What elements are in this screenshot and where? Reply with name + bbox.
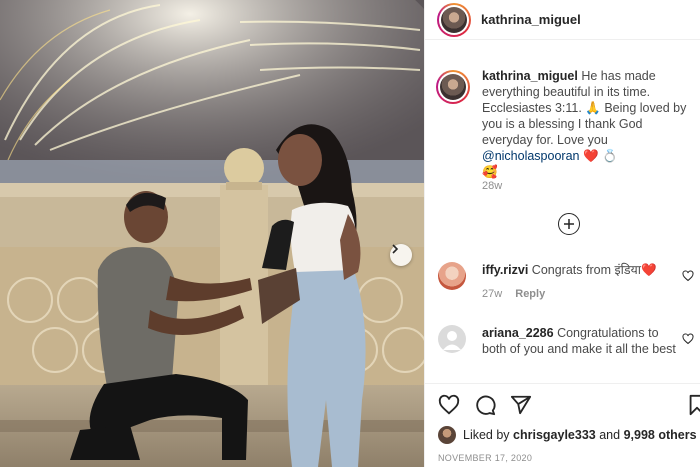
likes-count[interactable]: 9,998 others [624,428,697,442]
post-photo[interactable] [0,0,424,467]
commenter-avatar[interactable] [438,325,466,353]
author-username[interactable]: kathrina_miguel [481,12,581,27]
comment-username[interactable]: iffy.rizvi [482,263,528,277]
caption-timestamp: 28w [482,180,503,192]
author-avatar[interactable] [437,2,471,37]
bookmark-icon[interactable] [688,394,700,416]
liker-username[interactable]: chrisgayle333 [513,428,596,442]
likes-connector: and [599,428,621,442]
action-bar [438,394,700,418]
comment-timestamp: 27w [482,288,503,300]
load-more-comments-button[interactable] [558,213,580,235]
caption-avatar[interactable] [436,70,470,104]
liker-avatar[interactable] [438,426,456,444]
share-icon[interactable] [510,394,532,416]
reply-button[interactable]: Reply [515,288,545,300]
post-caption: kathrina_miguel He has made everything b… [436,68,694,180]
caption-mention[interactable]: @nicholaspooran [482,149,579,163]
chevron-right-icon [392,244,399,254]
comment: iffy.rizvi Congrats from इंडिया❤️ 27w Re… [438,262,700,302]
post-header: kathrina_miguel [425,0,700,40]
comment-emoji: ❤️ [641,263,657,277]
caption-emoji-2: 🥰 [482,165,498,179]
caption-username[interactable]: kathrina_miguel [482,69,578,83]
post-date: NOVEMBER 17, 2020 [438,453,533,463]
comment: ariana_2286 Congratulations to both of y… [438,325,700,357]
comment-text: Congrats from इंडिया [531,263,642,277]
next-photo-button[interactable] [390,244,412,266]
heart-icon[interactable] [438,394,460,416]
comment-icon[interactable] [474,394,496,416]
plus-circle-icon [564,219,574,229]
default-avatar-icon [443,331,461,350]
comment-username[interactable]: ariana_2286 [482,326,554,340]
caption-text-block: kathrina_miguel He has made everything b… [482,68,694,180]
caption-emoji: ❤️ 💍 [582,149,618,163]
photo-illustration [0,0,424,467]
commenter-avatar[interactable] [438,262,466,290]
likes-summary[interactable]: Liked by chrisgayle333 and 9,998 others [438,426,697,444]
heart-icon[interactable] [682,270,694,282]
divider [424,383,700,384]
likes-prefix: Liked by [463,428,510,442]
heart-icon[interactable] [682,333,694,345]
